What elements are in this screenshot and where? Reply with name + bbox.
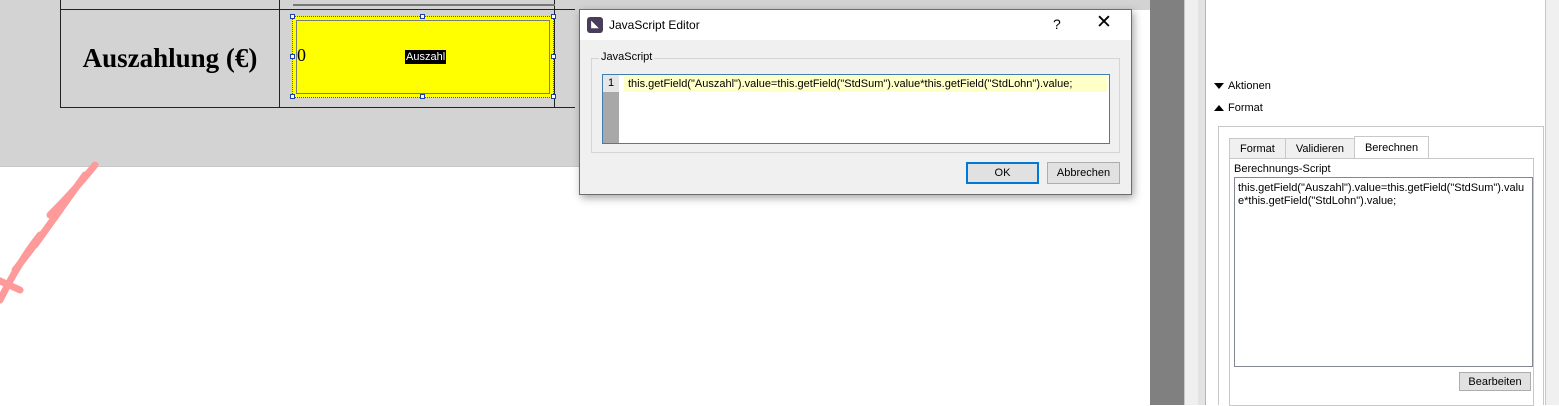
section-label: Aktionen — [1228, 80, 1271, 92]
splitter[interactable] — [1198, 0, 1206, 405]
line-gutter: 1 — [603, 75, 619, 143]
help-button[interactable]: ? — [1053, 16, 1061, 32]
group-label: JavaScript — [599, 51, 655, 63]
javascript-group: JavaScript 1 this.getField("Auszahl").va… — [591, 51, 1120, 153]
format-tab-panel: Format Validieren Berechnen Berechnungs-… — [1218, 126, 1544, 406]
cancel-button[interactable]: Abbrechen — [1047, 162, 1120, 184]
resize-handle[interactable] — [290, 94, 295, 99]
field-above — [293, 0, 555, 6]
section-format[interactable]: Format — [1214, 102, 1263, 114]
panel-separator — [1150, 0, 1184, 405]
tab-validieren[interactable]: Validieren — [1284, 138, 1355, 158]
section-aktionen[interactable]: Aktionen — [1214, 80, 1271, 92]
collapse-arrow-icon — [1214, 83, 1224, 89]
dialog-titlebar[interactable]: ◣ JavaScript Editor ? ✕ — [580, 10, 1131, 40]
expand-arrow-icon — [1214, 105, 1224, 111]
text-field-auszahl[interactable]: 0 Auszahl — [292, 16, 554, 98]
table-rule — [279, 0, 280, 107]
watermark-graphic — [0, 161, 99, 304]
panel-right-edge — [1545, 0, 1559, 405]
scrollbar-track[interactable] — [1184, 0, 1198, 405]
dialog-title: JavaScript Editor — [609, 18, 700, 32]
resize-handle[interactable] — [551, 54, 556, 59]
resize-handle[interactable] — [290, 54, 295, 59]
edit-button[interactable]: Bearbeiten — [1459, 372, 1531, 391]
tab-bar: Format Validieren Berechnen — [1229, 136, 1430, 158]
line-number: 1 — [603, 75, 619, 92]
resize-handle[interactable] — [551, 94, 556, 99]
resize-handle[interactable] — [420, 94, 425, 99]
tab-berechnen[interactable]: Berechnen — [1353, 136, 1430, 158]
calculation-script-box[interactable]: this.getField("Auszahl").value=this.getF… — [1234, 177, 1533, 367]
field-value: 0 — [297, 45, 306, 65]
section-label: Format — [1228, 102, 1263, 114]
row-label: Auszahlung (€) — [82, 43, 258, 73]
resize-handle[interactable] — [420, 14, 425, 19]
script-label: Berechnungs-Script — [1234, 163, 1331, 175]
field-name-tag: Auszahl — [405, 50, 447, 64]
app-icon: ◣ — [587, 17, 603, 33]
tab-format[interactable]: Format — [1229, 138, 1286, 158]
close-icon[interactable]: ✕ — [1096, 12, 1112, 34]
ok-button[interactable]: OK — [966, 162, 1039, 184]
javascript-editor-dialog: ◣ JavaScript Editor ? ✕ JavaScript 1 thi… — [579, 9, 1132, 195]
code-line[interactable]: this.getField("Auszahl").value=this.getF… — [624, 76, 1107, 92]
properties-panel: Aktionen Format Format Validieren Berech… — [1206, 0, 1545, 406]
resize-handle[interactable] — [551, 14, 556, 19]
resize-handle[interactable] — [290, 14, 295, 19]
tab-content: Berechnungs-Script this.getField("Auszah… — [1229, 158, 1534, 406]
code-editor[interactable]: 1 this.getField("Auszahl").value=this.ge… — [602, 74, 1110, 144]
